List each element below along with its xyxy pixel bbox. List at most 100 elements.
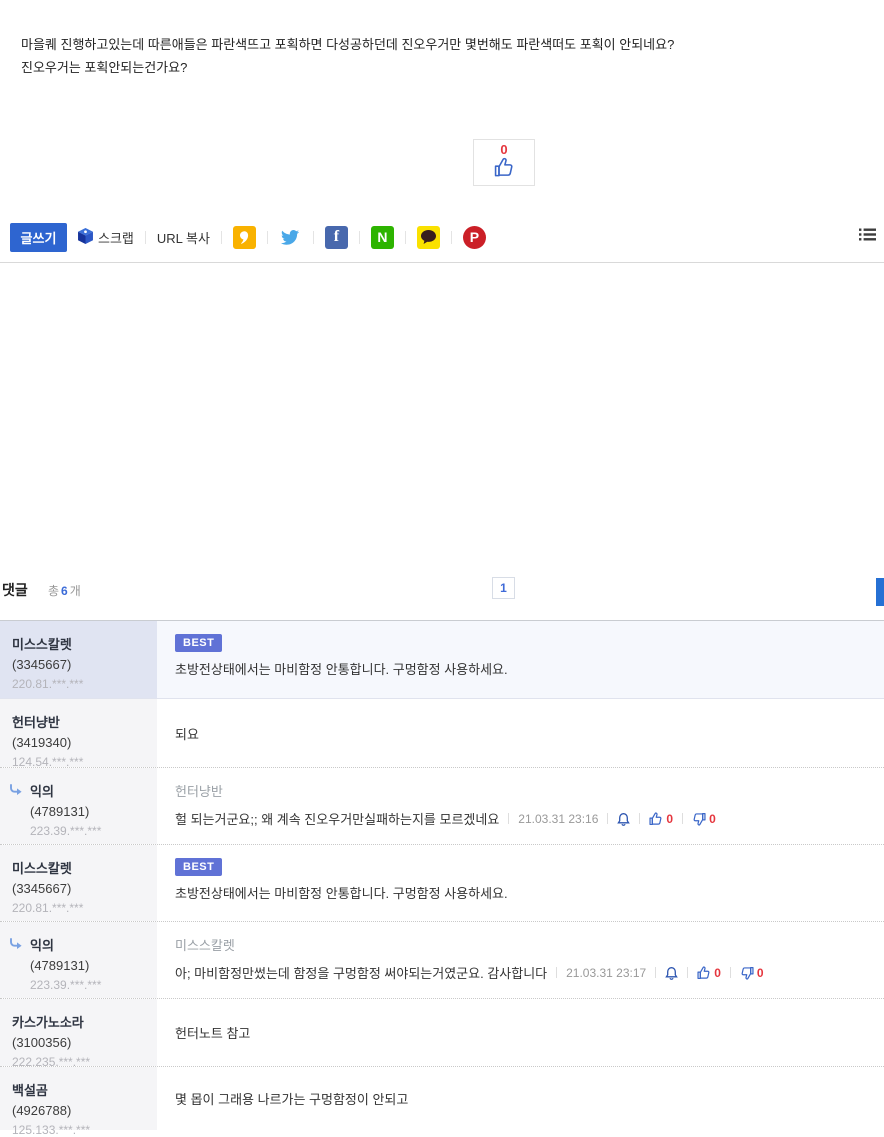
- comment-like-count: 0: [714, 966, 721, 980]
- twitter-icon[interactable]: [279, 226, 302, 249]
- report-bell-icon[interactable]: [617, 812, 630, 826]
- meta-divider: [655, 967, 656, 978]
- comment-user-id: (3419340): [12, 735, 149, 750]
- comment-username[interactable]: 헌터냥반: [12, 712, 149, 731]
- comment-author-cell: 백설곰(4926788)125.133.***.***: [0, 1067, 157, 1130]
- comment-content-cell: 되요: [157, 699, 884, 767]
- toolbar-divider-line: [0, 262, 884, 263]
- best-badge: BEST: [175, 634, 222, 652]
- comments-header: 댓글 총6개 1: [0, 576, 884, 606]
- comment-user-id: (4789131): [30, 804, 149, 819]
- comment-user-id: (4926788): [12, 1103, 149, 1118]
- list-icon: [859, 228, 876, 246]
- comment-username[interactable]: 미스스칼렛: [12, 634, 149, 653]
- comment-text: 헌터노트 참고: [175, 1023, 250, 1042]
- pagination-page-1[interactable]: 1: [492, 577, 515, 599]
- comment-text-line: 아; 마비함정만썼는데 함정을 구멍함정 써야되는거였군요. 감사합니다 21.0…: [175, 963, 866, 982]
- url-copy-button[interactable]: URL 복사: [157, 228, 210, 247]
- comment-dislike-count: 0: [757, 966, 764, 980]
- comment-username[interactable]: 익의: [30, 935, 149, 954]
- kakaostory-icon[interactable]: [233, 226, 256, 249]
- comment-content-cell: 미스스칼렛아; 마비함정만썼는데 함정을 구멍함정 써야되는거였군요. 감사합니…: [157, 922, 884, 998]
- comment-content-cell: BEST 초방전상태에서는 마비함정 안통합니다. 구멍함정 사용하세요.: [157, 845, 884, 921]
- comment-user-ip: 223.39.***.***: [30, 978, 149, 992]
- report-bell-icon[interactable]: [665, 966, 678, 980]
- comment-content-cell: 몇 몹이 그래용 나르가는 구멍함정이 안되고: [157, 1067, 884, 1130]
- comment-dislike-button[interactable]: 0: [740, 966, 764, 980]
- reply-arrow-icon: [9, 783, 23, 801]
- comment-timestamp: 21.03.31 23:17: [566, 966, 646, 980]
- comment-text: 아; 마비함정만썼는데 함정을 구멍함정 써야되는거였군요. 감사합니다: [175, 963, 547, 982]
- scrap-button[interactable]: 스크랩: [78, 228, 134, 247]
- post-line: 진오우거는 포획안되는건가요?: [21, 56, 674, 79]
- comment-user-ip: 220.81.***.***: [12, 677, 149, 691]
- comments-total-count: 6: [59, 584, 70, 598]
- comment-user-ip: 124.54.***.***: [12, 755, 149, 769]
- toolbar-divider: [267, 231, 268, 244]
- comments-table: 미스스칼렛 (3345667) 220.81.***.*** BEST 초방전상태에서는…: [0, 620, 884, 1130]
- toolbar-divider: [451, 231, 452, 244]
- comment-text: 초방전상태에서는 마비함정 안통합니다. 구멍함정 사용하세요.: [175, 659, 866, 678]
- meta-divider: [682, 813, 683, 824]
- comment-author-cell: 카스가노소라(3100356)222.235.***.***: [0, 999, 157, 1066]
- comment-timestamp: 21.03.31 23:16: [518, 812, 598, 826]
- comment-username[interactable]: 익의: [30, 781, 149, 800]
- comment-username[interactable]: 카스가노소라: [12, 1012, 149, 1031]
- comment-author-cell: 헌터냥반 (3419340) 124.54.***.***: [0, 699, 157, 767]
- naver-blog-icon[interactable]: N: [371, 226, 394, 249]
- toolbar-divider: [359, 231, 360, 244]
- toolbar-divider: [145, 231, 146, 244]
- meta-divider: [639, 813, 640, 824]
- like-button[interactable]: 0: [473, 139, 535, 186]
- pinterest-icon[interactable]: P: [463, 226, 486, 249]
- post-content: 마을퀘 진행하고있는데 따른애들은 파란색뜨고 포획하면 다성공하던데 진오우거…: [21, 33, 674, 79]
- meta-divider: [730, 967, 731, 978]
- post-toolbar: 글쓰기 스크랩 URL 복사 fN P: [10, 222, 876, 252]
- scrap-cube-icon: [78, 228, 93, 247]
- comment-author-cell: 미스스칼렛 (3345667) 220.81.***.***: [0, 845, 157, 921]
- best-badge: BEST: [175, 858, 222, 876]
- comment-row: 미스스칼렛 (3345667) 220.81.***.*** BEST 초방전상태에서는…: [0, 845, 884, 922]
- kakaotalk-icon[interactable]: [417, 226, 440, 249]
- meta-divider: [508, 813, 509, 824]
- thumbs-up-icon: [494, 157, 515, 183]
- comment-text: 몇 몹이 그래용 나르가는 구멍함정이 안되고: [175, 1089, 408, 1108]
- reply-arrow-icon: [9, 937, 23, 955]
- comment-username[interactable]: 백설곰: [12, 1080, 149, 1099]
- reply-target-username[interactable]: 헌터냥반: [175, 781, 866, 800]
- comment-row: 백설곰(4926788)125.133.***.***몇 몹이 그래용 나르가는…: [0, 1067, 884, 1130]
- comment-user-id: (3345667): [12, 881, 149, 896]
- list-view-button[interactable]: [859, 228, 876, 246]
- meta-divider: [556, 967, 557, 978]
- comment-like-button[interactable]: 0: [649, 812, 673, 826]
- comment-user-ip: 125.133.***.***: [12, 1123, 149, 1137]
- like-count: 0: [500, 143, 507, 156]
- url-copy-label: URL 복사: [157, 228, 210, 247]
- comment-dislike-count: 0: [709, 812, 716, 826]
- comment-write-button-partial[interactable]: [876, 578, 884, 606]
- write-post-button[interactable]: 글쓰기: [10, 223, 67, 252]
- comment-text: 초방전상태에서는 마비함정 안통합니다. 구멍함정 사용하세요.: [175, 883, 866, 902]
- comment-user-id: (3100356): [12, 1035, 149, 1050]
- comment-like-button[interactable]: 0: [697, 966, 721, 980]
- comment-username[interactable]: 미스스칼렛: [12, 858, 149, 877]
- comment-dislike-button[interactable]: 0: [692, 812, 716, 826]
- comment-text: 되요: [175, 724, 199, 743]
- meta-divider: [607, 813, 608, 824]
- comment-row: 익의 (4789131) 223.39.***.*** 미스스칼렛아; 마비함정만썼는…: [0, 922, 884, 999]
- comment-like-count: 0: [666, 812, 673, 826]
- comment-user-ip: 220.81.***.***: [12, 901, 149, 915]
- facebook-icon[interactable]: f: [325, 226, 348, 249]
- comment-text-line: 헐 되는거군요;; 왜 계속 진오우거만실패하는지를 모르겠네요 21.03.31…: [175, 809, 866, 828]
- comment-user-id: (4789131): [30, 958, 149, 973]
- comment-user-ip: 223.39.***.***: [30, 824, 149, 838]
- comments-total: 총6개: [48, 582, 81, 599]
- toolbar-divider: [405, 231, 406, 244]
- reply-target-username[interactable]: 미스스칼렛: [175, 935, 866, 954]
- comment-author-cell: 미스스칼렛(3345667)220.81.***.***: [0, 621, 157, 698]
- comment-text: 헐 되는거군요;; 왜 계속 진오우거만실패하는지를 모르겠네요: [175, 809, 499, 828]
- comment-row: 익의 (4789131) 223.39.***.*** 헌터냥반헐 되는거군요;; 왜…: [0, 768, 884, 845]
- scrap-label: 스크랩: [98, 228, 134, 247]
- comment-author-cell: 익의 (4789131) 223.39.***.***: [0, 922, 157, 998]
- meta-divider: [687, 967, 688, 978]
